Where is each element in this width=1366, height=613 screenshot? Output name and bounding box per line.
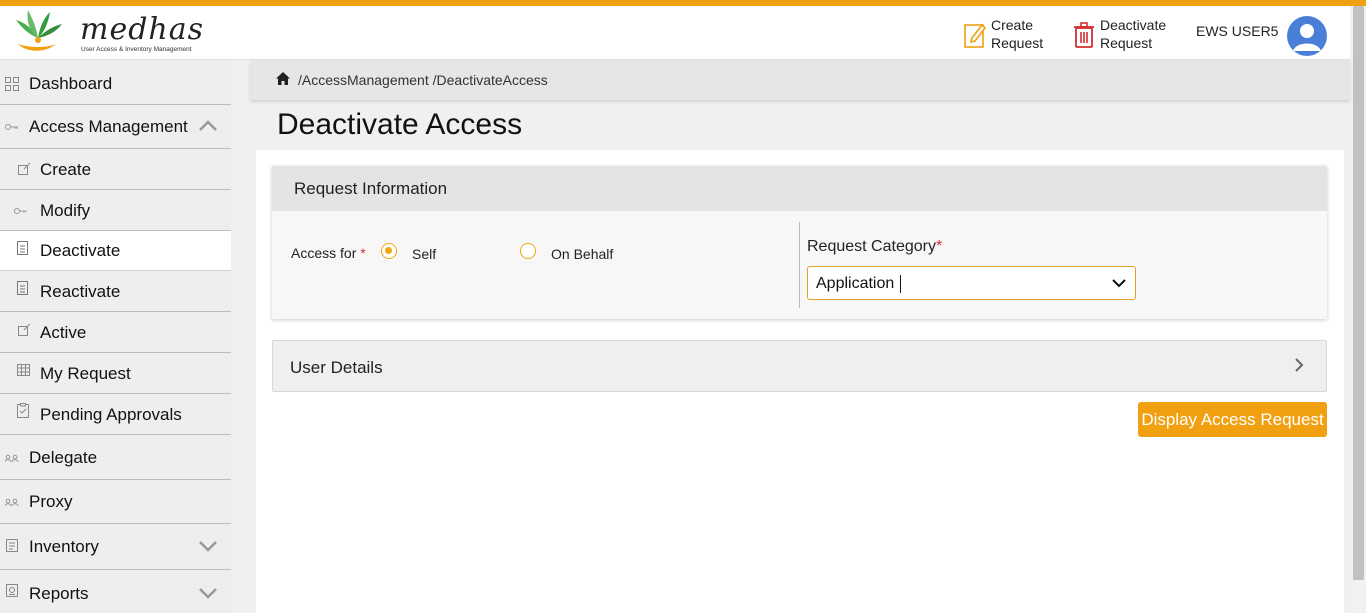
chevron-up-icon (199, 117, 217, 137)
brand-name: medhas (80, 12, 205, 47)
request-information-panel: Request Information (272, 166, 1327, 319)
request-category-value: Application (816, 275, 895, 292)
request-category-text: Request Category (807, 238, 936, 255)
clipboard-icon (15, 402, 31, 418)
deactivate-request-button[interactable]: Deactivate Request (1072, 15, 1170, 53)
chevron-down-icon (199, 537, 217, 557)
sidebar-item-label: Delegate (29, 447, 98, 467)
users-icon (4, 494, 20, 510)
request-category-label: Request Category* (807, 238, 942, 256)
table-icon (15, 362, 31, 378)
scrollbar-thumb[interactable] (1353, 6, 1364, 580)
edit-icon (16, 160, 32, 176)
sidebar: Dashboard Access Management Create Modif… (0, 60, 232, 613)
user-details-title: User Details (290, 358, 383, 377)
create-request-button[interactable]: Create Request (963, 15, 1061, 53)
chevron-down-icon (1111, 276, 1127, 295)
user-details-accordion[interactable]: User Details (272, 340, 1327, 392)
sidebar-item-pending-approvals[interactable]: Pending Approvals (0, 395, 231, 435)
sidebar-item-label: Modify (40, 200, 91, 220)
panel-header: Request Information (272, 166, 1327, 211)
access-for-label: Access for * (291, 245, 366, 261)
breadcrumb[interactable]: /AccessManagement /DeactivateAccess (298, 72, 548, 88)
brand-tagline: User Access & Inventory Management (81, 46, 192, 53)
document-icon (15, 280, 31, 296)
panel-title: Request Information (294, 179, 448, 198)
sidebar-item-label: Dashboard (29, 74, 113, 93)
sidebar-item-my-request[interactable]: My Request (0, 354, 231, 394)
radio-on-behalf-label[interactable]: On Behalf (551, 246, 613, 262)
sidebar-item-label: Proxy (29, 492, 73, 511)
sidebar-item-deactivate[interactable]: Deactivate (0, 231, 231, 271)
create-request-label: Create Request (991, 17, 1044, 51)
key-icon (13, 203, 29, 219)
radio-on-behalf[interactable] (520, 243, 536, 259)
sidebar-item-reports[interactable]: Reports (0, 571, 231, 613)
grid-icon (4, 76, 20, 92)
panel-divider (799, 222, 800, 308)
request-category-select[interactable]: Application (807, 266, 1136, 300)
sidebar-item-label: Access Management (29, 117, 188, 136)
radio-self-label[interactable]: Self (412, 246, 436, 262)
sidebar-item-label: Active (40, 322, 87, 342)
sidebar-item-label: Reactivate (40, 281, 121, 301)
page-title: Deactivate Access (277, 108, 523, 141)
leaf-logo-icon (16, 10, 62, 51)
sidebar-item-active[interactable]: Active (0, 313, 231, 353)
key-icon (4, 119, 20, 135)
trash-icon (1074, 22, 1094, 48)
document-icon (4, 538, 20, 554)
sidebar-item-modify[interactable]: Modify (0, 191, 231, 231)
sidebar-item-delegate[interactable]: Delegate (0, 436, 231, 480)
edit-document-icon (964, 23, 987, 48)
sidebar-item-label: Reports (29, 583, 89, 603)
app-header: medhas User Access & Inventory Managemen… (0, 6, 1350, 60)
display-access-request-button[interactable]: Display Access Request (1138, 402, 1327, 437)
users-icon (4, 450, 20, 466)
deactivate-request-label: Deactivate Request (1100, 17, 1167, 51)
user-avatar-icon[interactable] (1287, 16, 1327, 56)
brand-logo[interactable]: medhas User Access & Inventory Managemen… (10, 8, 203, 58)
sidebar-item-proxy[interactable]: Proxy (0, 481, 231, 524)
chevron-down-icon (199, 584, 217, 604)
sidebar-item-inventory[interactable]: Inventory (0, 525, 231, 570)
sidebar-item-create[interactable]: Create (0, 150, 231, 190)
sidebar-item-reactivate[interactable]: Reactivate (0, 272, 231, 312)
vertical-scrollbar[interactable] (1350, 6, 1366, 613)
sidebar-item-access-management[interactable]: Access Management (0, 106, 231, 149)
sidebar-item-label: Create (40, 159, 92, 179)
sidebar-item-dashboard[interactable]: Dashboard (0, 64, 231, 105)
required-marker: * (360, 245, 366, 261)
document-icon (15, 240, 31, 256)
user-name: EWS USER5 (1196, 23, 1279, 39)
home-icon[interactable] (276, 72, 290, 90)
sidebar-item-label: Inventory (29, 537, 99, 556)
required-marker: * (935, 238, 943, 255)
radio-self[interactable] (381, 243, 397, 259)
sidebar-item-label: My Request (40, 363, 131, 383)
report-icon (4, 583, 20, 599)
sidebar-item-label: Pending Approvals (40, 404, 182, 424)
text-cursor (900, 275, 901, 293)
access-for-text: Access for (291, 245, 357, 261)
edit-icon (16, 321, 32, 337)
sidebar-item-label: Deactivate (40, 240, 121, 260)
chevron-right-icon (1294, 357, 1304, 378)
